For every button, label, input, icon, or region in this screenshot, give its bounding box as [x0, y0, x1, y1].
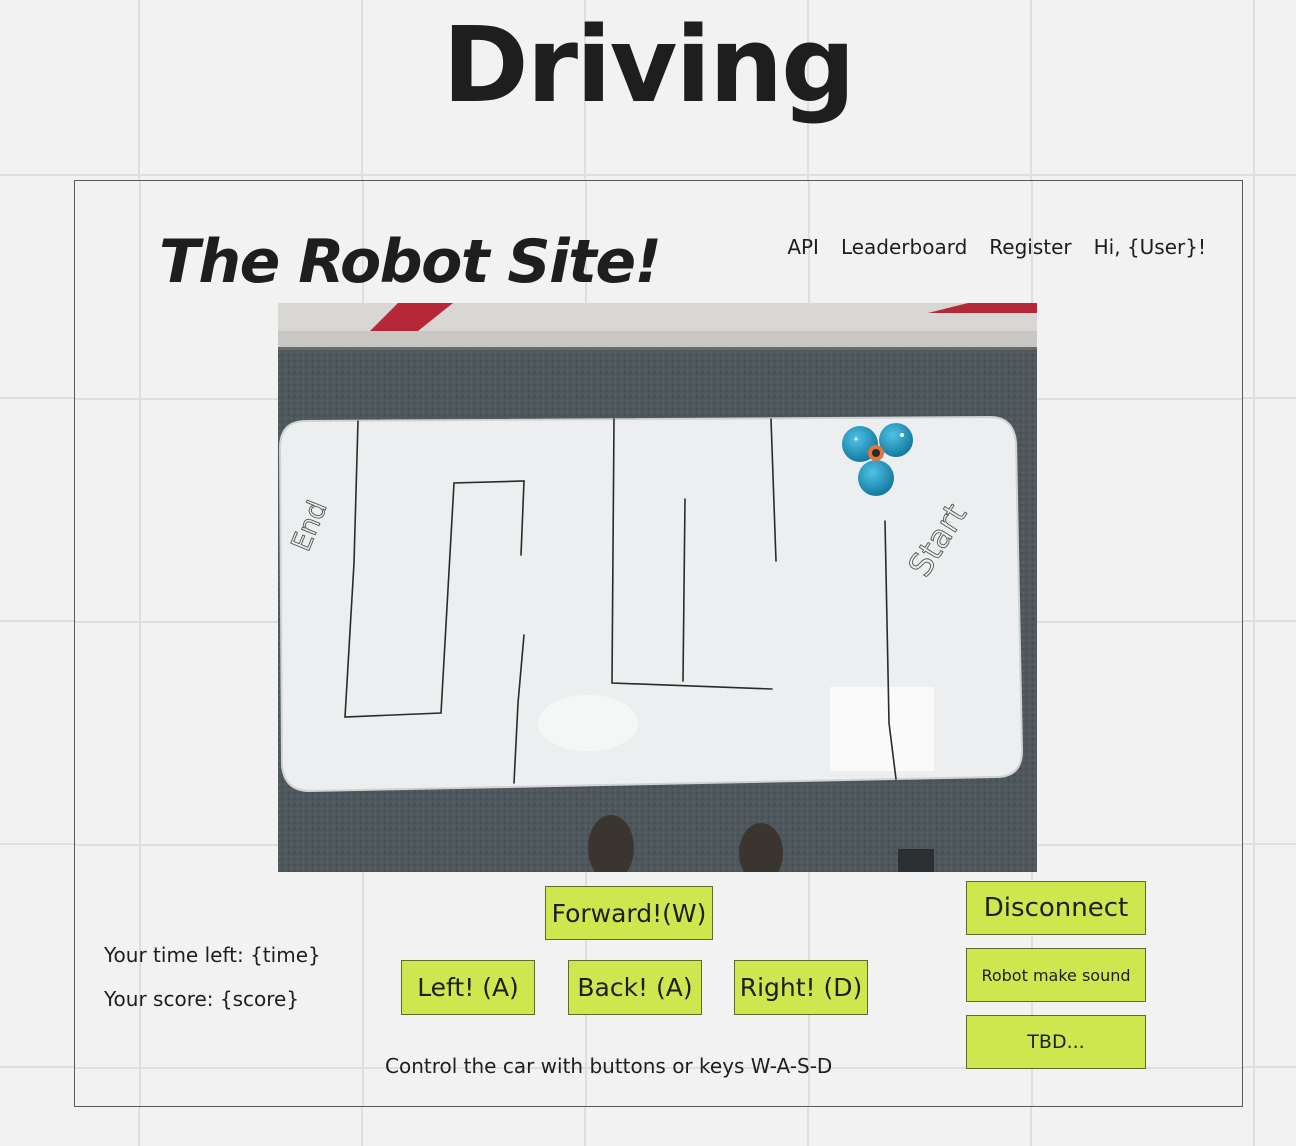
- camera-feed: End Start: [278, 303, 1037, 872]
- forward-button[interactable]: Forward!(W): [545, 886, 713, 940]
- left-button[interactable]: Left! (A): [401, 960, 535, 1015]
- robot-sound-button[interactable]: Robot make sound: [966, 948, 1146, 1002]
- nav-leaderboard-link[interactable]: Leaderboard: [841, 235, 967, 259]
- right-button[interactable]: Right! (D): [734, 960, 868, 1015]
- top-nav: API Leaderboard Register Hi, {User}!: [787, 235, 1206, 259]
- site-mockup-frame: The Robot Site! API Leaderboard Register…: [74, 180, 1243, 1107]
- nav-api-link[interactable]: API: [787, 235, 819, 259]
- time-left-text: Your time left: {time}: [104, 943, 321, 967]
- site-title: The Robot Site!: [159, 227, 662, 297]
- board-title: Driving: [442, 4, 855, 126]
- back-button[interactable]: Back! (A): [568, 960, 702, 1015]
- user-greeting: Hi, {User}!: [1093, 235, 1206, 259]
- controls-hint: Control the car with buttons or keys W-A…: [385, 1054, 833, 1078]
- disconnect-button[interactable]: Disconnect: [966, 881, 1146, 935]
- tbd-button[interactable]: TBD...: [966, 1015, 1146, 1069]
- score-text: Your score: {score}: [104, 987, 300, 1011]
- nav-register-link[interactable]: Register: [989, 235, 1071, 259]
